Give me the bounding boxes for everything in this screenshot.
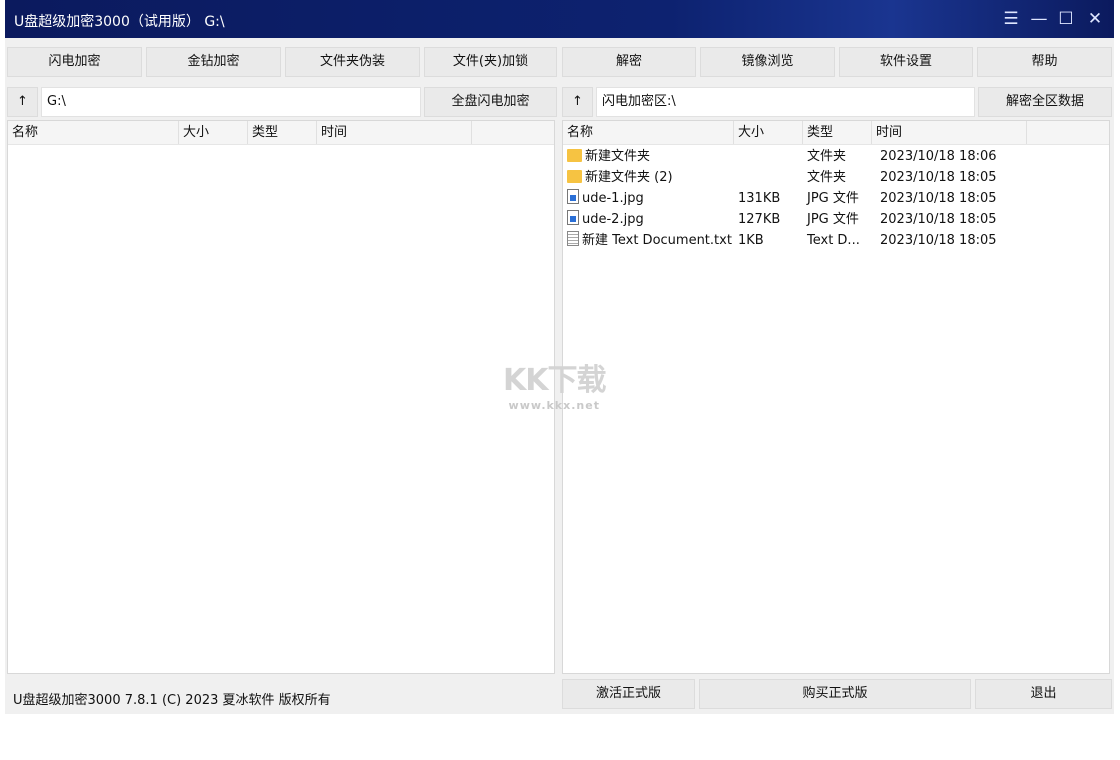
text-file-icon bbox=[567, 231, 579, 246]
full-disk-encrypt-button[interactable]: 全盘闪电加密 bbox=[424, 87, 557, 117]
file-name: 新建文件夹 (2) bbox=[585, 170, 673, 185]
right-up-button[interactable]: ↑ bbox=[562, 87, 593, 117]
diamond-encrypt-button[interactable]: 金钻加密 bbox=[146, 47, 281, 77]
col-type[interactable]: 类型 bbox=[803, 121, 872, 144]
col-size[interactable]: 大小 bbox=[734, 121, 803, 144]
file-time: 2023/10/18 18:06 bbox=[880, 149, 997, 164]
file-type: 文件夹 bbox=[807, 170, 847, 185]
copyright-text: U盘超级加密3000 7.8.1 (C) 2023 夏冰软件 版权所有 bbox=[13, 693, 331, 708]
col-size[interactable]: 大小 bbox=[179, 121, 248, 144]
left-path-input[interactable]: G:\ bbox=[41, 87, 421, 117]
col-name[interactable]: 名称 bbox=[563, 121, 734, 144]
col-time[interactable]: 时间 bbox=[317, 121, 472, 144]
file-size: 127KB bbox=[738, 212, 781, 227]
file-type: JPG 文件 bbox=[807, 191, 859, 206]
file-time: 2023/10/18 18:05 bbox=[880, 191, 997, 206]
right-path-input[interactable]: 闪电加密区:\ bbox=[596, 87, 975, 117]
decrypt-all-button[interactable]: 解密全区数据 bbox=[978, 87, 1112, 117]
file-name: ude-1.jpg bbox=[582, 191, 644, 206]
file-row[interactable]: ude-2.jpg 127KB JPG 文件 2023/10/18 18:05 bbox=[563, 209, 1109, 230]
folder-disguise-button[interactable]: 文件夹伪装 bbox=[285, 47, 420, 77]
mirror-browse-button[interactable]: 镜像浏览 bbox=[700, 47, 835, 77]
activate-button[interactable]: 激活正式版 bbox=[562, 679, 695, 709]
file-size: 131KB bbox=[738, 191, 781, 206]
flash-encrypt-button[interactable]: 闪电加密 bbox=[7, 47, 142, 77]
file-size: 1KB bbox=[738, 233, 764, 248]
minimize-button[interactable]: — bbox=[1029, 9, 1049, 29]
file-time: 2023/10/18 18:05 bbox=[880, 170, 997, 185]
left-list-header: 名称 大小 类型 时间 bbox=[8, 121, 554, 145]
left-up-button[interactable]: ↑ bbox=[7, 87, 38, 117]
file-type: JPG 文件 bbox=[807, 212, 859, 227]
left-file-list[interactable]: 名称 大小 类型 时间 bbox=[7, 120, 555, 674]
maximize-button[interactable]: ☐ bbox=[1056, 9, 1076, 29]
right-list-header: 名称 大小 类型 时间 bbox=[563, 121, 1109, 145]
col-name[interactable]: 名称 bbox=[8, 121, 179, 144]
file-time: 2023/10/18 18:05 bbox=[880, 233, 997, 248]
window-title: U盘超级加密3000（试用版） G:\ bbox=[14, 14, 225, 30]
buy-button[interactable]: 购买正式版 bbox=[699, 679, 971, 709]
file-name: 新建文件夹 bbox=[585, 149, 651, 164]
file-name: 新建 Text Document.txt bbox=[582, 233, 732, 248]
file-row[interactable]: 新建文件夹 文件夹 2023/10/18 18:06 bbox=[563, 146, 1109, 167]
close-button[interactable]: ✕ bbox=[1085, 9, 1105, 29]
file-row[interactable]: 新建文件夹 (2) 文件夹 2023/10/18 18:05 bbox=[563, 167, 1109, 188]
decrypt-button[interactable]: 解密 bbox=[562, 47, 696, 77]
col-type[interactable]: 类型 bbox=[248, 121, 317, 144]
exit-button[interactable]: 退出 bbox=[975, 679, 1112, 709]
folder-icon bbox=[567, 149, 582, 162]
image-file-icon bbox=[567, 210, 579, 225]
title-bar: U盘超级加密3000（试用版） G:\ ☰ — ☐ ✕ bbox=[5, 0, 1114, 38]
file-row[interactable]: ude-1.jpg 131KB JPG 文件 2023/10/18 18:05 bbox=[563, 188, 1109, 209]
file-type: Text D... bbox=[807, 233, 860, 248]
image-file-icon bbox=[567, 189, 579, 204]
right-file-list[interactable]: 名称 大小 类型 时间 新建文件夹 文件夹 2023/10/18 18:06 新建… bbox=[562, 120, 1110, 674]
file-name: ude-2.jpg bbox=[582, 212, 644, 227]
file-type: 文件夹 bbox=[807, 149, 847, 164]
col-time[interactable]: 时间 bbox=[872, 121, 1027, 144]
file-row[interactable]: 新建 Text Document.txt 1KB Text D... 2023/… bbox=[563, 230, 1109, 251]
file-time: 2023/10/18 18:05 bbox=[880, 212, 997, 227]
file-lock-button[interactable]: 文件(夹)加锁 bbox=[424, 47, 557, 77]
settings-button[interactable]: 软件设置 bbox=[839, 47, 973, 77]
folder-icon bbox=[567, 170, 582, 183]
menu-icon[interactable]: ☰ bbox=[1001, 9, 1021, 29]
help-button[interactable]: 帮助 bbox=[977, 47, 1112, 77]
